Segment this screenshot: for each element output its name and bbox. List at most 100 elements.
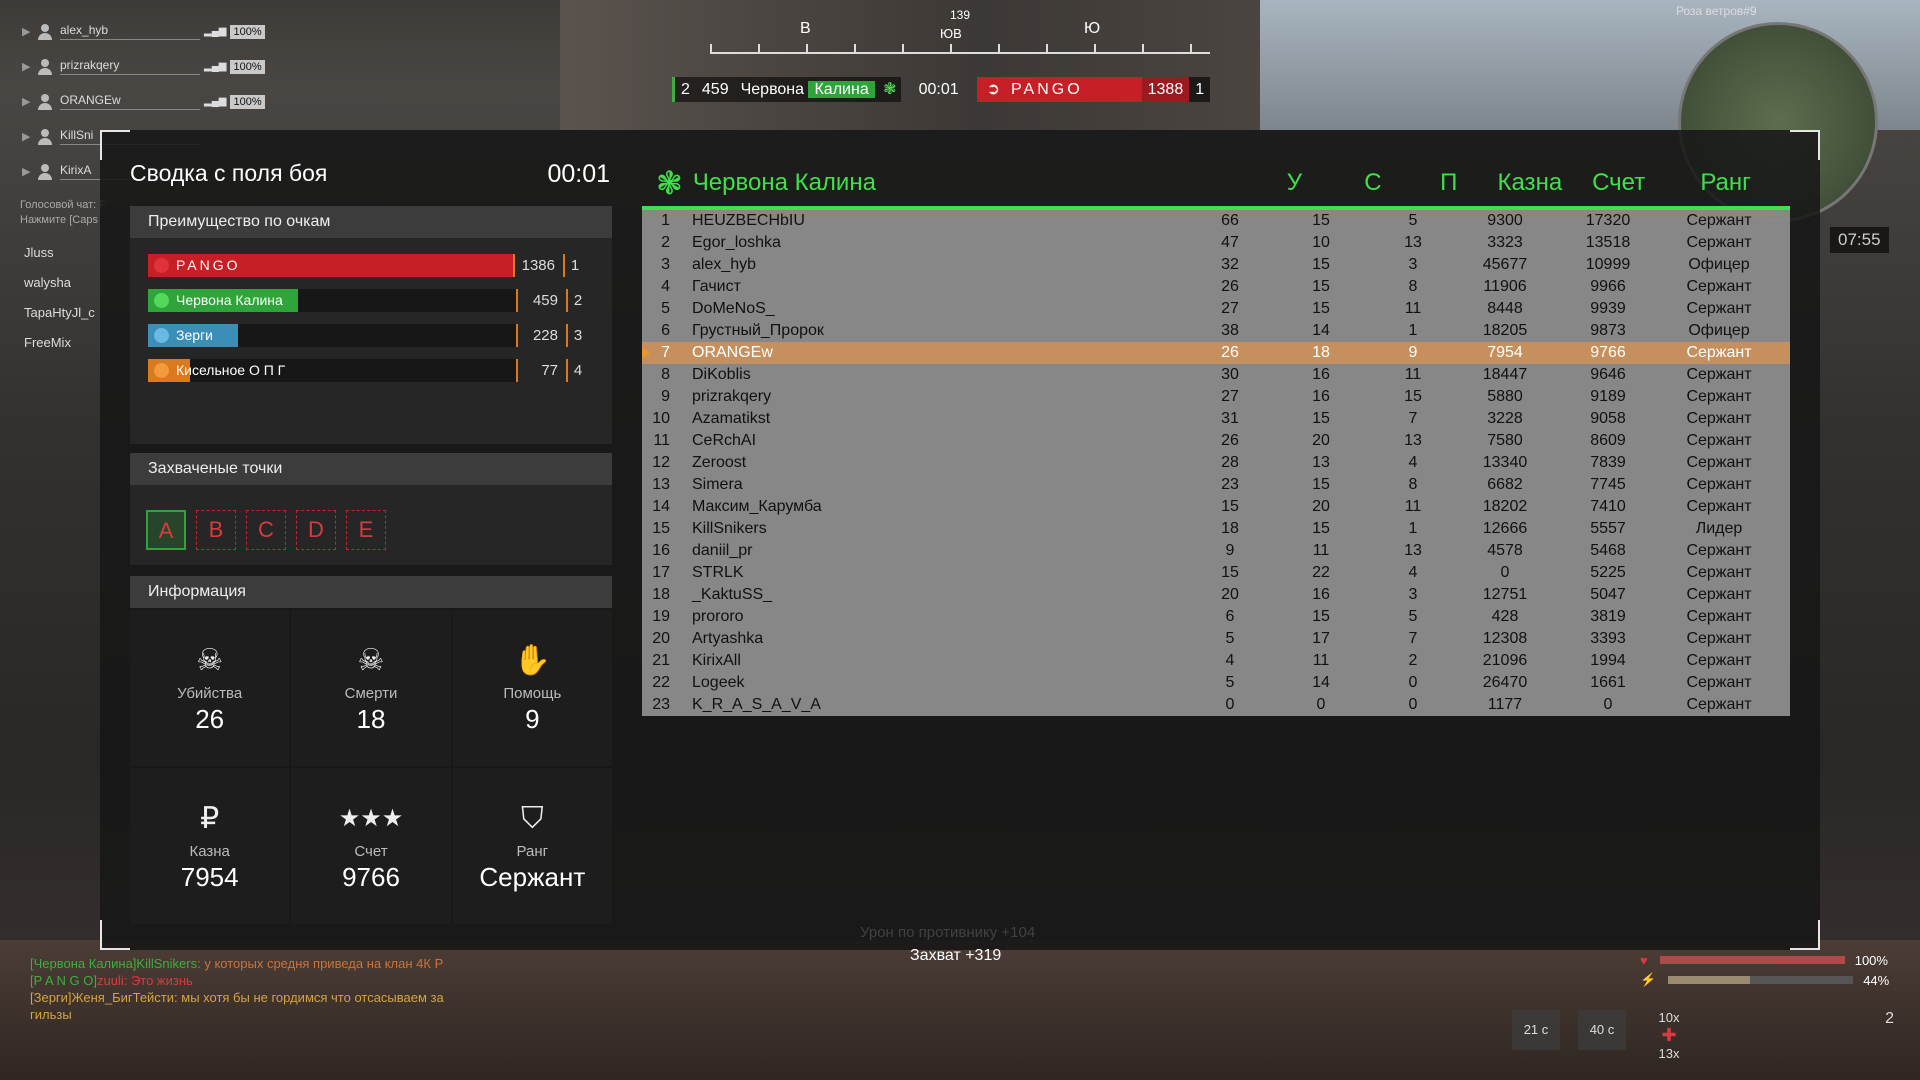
scoreboard-team-name: Червона Калина: [692, 168, 876, 196]
player-rank: Сержант: [1686, 300, 1752, 317]
advantage-row: PANGO 1386 1: [148, 254, 588, 277]
grenade-count: 2: [1885, 1010, 1894, 1027]
team-emblem-icon: [154, 293, 169, 308]
scoreboard-row[interactable]: 14 Максим_Карумба 15 20 11 18202 7410 Сержант: [642, 496, 1790, 518]
player-treasury: 21096: [1482, 652, 1528, 669]
scoreboard-row[interactable]: 9 prizrakqery 27 16 15 5880 9189 Сержант: [642, 386, 1790, 408]
player-name: Azamatikst: [692, 410, 771, 427]
column-treasury[interactable]: Казна: [1488, 169, 1573, 197]
scoreboard-row[interactable]: 12 Zeroost 28 13 4 13340 7839 Сержант: [642, 452, 1790, 474]
player-position: 2: [661, 234, 670, 251]
scoreboard-row[interactable]: 18 _KaktuSS_ 20 16 3 12751 5047 Сержант: [642, 584, 1790, 606]
scoreboard-row[interactable]: 4 Гачист 26 15 8 11906 9966 Сержант: [642, 276, 1790, 298]
scoreboard-row[interactable]: 10 Azamatikst 31 15 7 3228 9058 Сержант: [642, 408, 1790, 430]
health-bar: [1659, 956, 1845, 964]
advantage-place: 4: [566, 359, 588, 382]
player-assists: 4: [1408, 454, 1418, 471]
column-assists[interactable]: П: [1410, 169, 1488, 197]
advantage-score: 1386: [513, 254, 563, 277]
player-assists: 4: [1408, 564, 1418, 581]
scoreboard-row[interactable]: 3 alex_hyb 32 15 3 45677 10999 Офицер: [642, 254, 1790, 276]
scoreboard-row[interactable]: 11 CeRchAI 26 20 13 7580 8609 Сержант: [642, 430, 1790, 452]
player-position: 15: [652, 520, 670, 537]
player-score: 9873: [1590, 322, 1626, 339]
stat-value: Сержант: [479, 862, 586, 892]
ammo-count: 13x: [1658, 1046, 1680, 1061]
advantage-title: Преимущество по очкам: [130, 206, 612, 238]
player-score: 1661: [1590, 674, 1626, 691]
skill-slot-2[interactable]: 40 с: [1578, 1010, 1626, 1050]
player-score: 8609: [1590, 432, 1626, 449]
column-rank[interactable]: Ранг: [1665, 169, 1786, 197]
player-deaths: 15: [1312, 608, 1330, 625]
enemy-team-score: 1388: [1141, 77, 1190, 102]
player-position: 6: [661, 322, 670, 339]
player-position: 13: [652, 476, 670, 493]
player-deaths: 15: [1312, 300, 1330, 317]
scoreboard-row[interactable]: 1 HEUZBECHbIU 66 15 5 9300 17320 Сержант: [642, 210, 1790, 232]
scoreboard-row[interactable]: 21 KirixAll 4 11 2 21096 1994 Сержант: [642, 650, 1790, 672]
skull-crossbones-icon: ☠: [357, 644, 385, 677]
player-kills: 66: [1221, 212, 1239, 229]
player-deaths: 18: [1312, 344, 1330, 361]
player-rank: Сержант: [1686, 366, 1752, 383]
player-deaths: 15: [1312, 520, 1330, 537]
column-score[interactable]: Счет: [1572, 169, 1665, 197]
player-deaths: 20: [1312, 432, 1330, 449]
player-treasury: 3323: [1487, 234, 1523, 251]
scoreboard-row[interactable]: 8 DiKoblis 30 16 11 18447 9646 Сержант: [642, 364, 1790, 386]
health-fill: [1659, 956, 1845, 964]
frame-corner: [1790, 130, 1820, 160]
squad-member[interactable]: ▶ ORANGEw ▂▄▆ 100%: [22, 84, 282, 119]
skill-slot-1[interactable]: 21 с: [1512, 1010, 1560, 1050]
player-score: 0: [1603, 696, 1613, 713]
player-assists: 11: [1404, 366, 1422, 383]
advantage-bar: Кисельное О П Г: [148, 359, 285, 382]
player-assists: 1: [1408, 322, 1418, 339]
scoreboard-row[interactable]: 15 KillSnikers 18 15 1 12666 5557 Лидер: [642, 518, 1790, 540]
snowflake-icon: ❃: [656, 164, 683, 201]
team-rank: 2: [672, 77, 696, 102]
player-deaths: 11: [1312, 542, 1330, 559]
player-score: 5557: [1590, 520, 1626, 537]
chat-text: : Это жизнь: [123, 973, 193, 988]
player-deaths: 15: [1312, 410, 1330, 427]
player-treasury: 18202: [1482, 498, 1528, 515]
player-assists: 3: [1408, 256, 1418, 273]
player-assists: 1: [1408, 520, 1418, 537]
player-name: STRLK: [692, 564, 744, 581]
side-player: Jluss: [24, 245, 54, 260]
scoreboard-row-self[interactable]: 7 ORANGEw 26 18 9 7954 9766 Сержант: [642, 342, 1790, 364]
stat-score: ★★★ Счет 9766: [291, 768, 451, 924]
ammo-panel: 10x ✚ 13x: [1644, 1010, 1694, 1061]
scoreboard-row[interactable]: 20 Artyashka 5 17 7 12308 3393 Сержант: [642, 628, 1790, 650]
player-deaths: 16: [1312, 366, 1330, 383]
scoreboard-row[interactable]: 16 daniil_pr 9 11 13 4578 5468 Сержант: [642, 540, 1790, 562]
scoreboard-row[interactable]: 23 K_R_A_S_A_V_A 0 0 0 1177 0 Сержант: [642, 694, 1790, 716]
armor-row: ⚡ 44%: [1640, 970, 1910, 990]
column-kills[interactable]: У: [1253, 169, 1336, 197]
chat-tag: [Зерги]: [30, 990, 72, 1005]
scoreboard-row[interactable]: 2 Egor_loshka 47 10 13 3323 13518 Сержант: [642, 232, 1790, 254]
compass-tick: [854, 44, 856, 54]
squad-member[interactable]: ▶ alex_hyb ▂▄▆ 100%: [22, 14, 282, 49]
scoreboard-row[interactable]: 5 DoMeNoS_ 27 15 11 8448 9939 Сержант: [642, 298, 1790, 320]
column-deaths[interactable]: С: [1336, 169, 1410, 197]
scoreboard-row[interactable]: 13 Simera 23 15 8 6682 7745 Сержант: [642, 474, 1790, 496]
frame-corner: [100, 130, 130, 160]
scoreboard-row[interactable]: 19 prororo 6 15 5 428 3819 Сержант: [642, 606, 1790, 628]
stat-kills: ☠ Убийства 26: [130, 610, 290, 766]
player-rank: Сержант: [1686, 476, 1752, 493]
advantage-score: 228: [516, 324, 566, 347]
advantage-team-name: PANGO: [176, 257, 241, 273]
scoreboard-row[interactable]: 22 Logeek 5 14 0 26470 1661 Сержант: [642, 672, 1790, 694]
scoreboard-row[interactable]: 6 Грустный_Пророк 38 14 1 18205 9873 Офицер: [642, 320, 1790, 342]
player-score: 3819: [1590, 608, 1626, 625]
squad-member-name: ORANGEw: [60, 93, 200, 110]
player-position: 5: [661, 300, 670, 317]
player-rank: Сержант: [1686, 454, 1752, 471]
scoreboard-row[interactable]: 17 STRLK 15 22 4 0 5225 Сержант: [642, 562, 1790, 584]
squad-member[interactable]: ▶ prizrakqery ▂▄▆ 100%: [22, 49, 282, 84]
player-position: 14: [652, 498, 670, 515]
player-rank: Сержант: [1686, 234, 1752, 251]
